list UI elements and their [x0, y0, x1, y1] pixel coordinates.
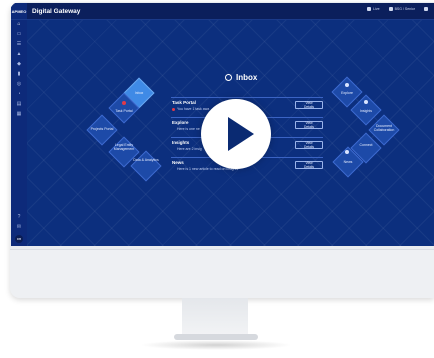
- play-icon: [228, 117, 254, 151]
- top-bar-actions: Live BSG / Senior: [367, 7, 428, 11]
- row-subtitle: You have 1 task awa: [177, 107, 210, 111]
- diamond-label-explore: Explore: [341, 91, 353, 95]
- row-subtitle: Here are 2 insig: [177, 147, 202, 151]
- settings-icon[interactable]: ✉: [16, 225, 22, 230]
- view-details-button[interactable]: View Details: [295, 161, 323, 169]
- analytics-icon[interactable]: ▮: [16, 72, 22, 77]
- top-bar: APMEO Digital Gateway Live BSG / Senior: [11, 3, 434, 20]
- user-icon: [388, 7, 393, 11]
- play-button[interactable]: [201, 99, 271, 169]
- menu-icon: [424, 7, 428, 11]
- explore-icon[interactable]: ◎: [16, 82, 22, 87]
- role-label: BSG / Senior: [394, 7, 415, 11]
- entity-icon[interactable]: ◆: [16, 62, 22, 67]
- insights-dot-icon: [364, 100, 368, 104]
- row-subtitle: Here is one ne: [177, 127, 200, 131]
- explore-dot-icon: [345, 83, 349, 87]
- diamond-label-projects-portal: Projects Portal: [90, 127, 114, 131]
- brand-logo[interactable]: APMEO: [11, 3, 27, 19]
- row-title: Explore: [172, 120, 189, 125]
- globe-icon: [367, 7, 372, 11]
- view-details-button[interactable]: View Details: [295, 141, 323, 149]
- insights-icon[interactable]: ◔: [16, 92, 22, 97]
- stand-shadow: [140, 340, 292, 350]
- monitor-frame: APMEO Digital Gateway Live BSG / Senior …: [10, 2, 434, 298]
- diamond-label-connect: Connect: [359, 143, 373, 147]
- diamond-label-data-analytics: Data & Analytics: [133, 158, 159, 162]
- tasks-icon[interactable]: ☰: [16, 42, 22, 47]
- news-dot-icon: [345, 150, 349, 154]
- row-title: Insights: [172, 140, 190, 145]
- view-details-button[interactable]: View Details: [295, 101, 323, 109]
- live-toggle[interactable]: Live: [367, 7, 380, 11]
- inbox-header: Inbox: [225, 73, 257, 82]
- inbox-icon[interactable]: ▭: [16, 32, 22, 37]
- role-selector[interactable]: BSG / Senior: [388, 7, 415, 11]
- help-icon[interactable]: ?: [16, 215, 22, 220]
- inbox-title: Inbox: [236, 73, 258, 82]
- projects-icon[interactable]: ▲: [16, 52, 22, 57]
- avatar[interactable]: DB: [15, 235, 23, 243]
- live-label: Live: [373, 7, 380, 11]
- app-title: Digital Gateway: [32, 7, 81, 15]
- diamond-label-legal-entity: Legal Entity Management: [113, 143, 135, 151]
- documents-icon[interactable]: ▤: [16, 102, 22, 107]
- monitor-bezel: [10, 249, 434, 298]
- home-icon[interactable]: ⌂: [16, 22, 22, 27]
- view-details-button[interactable]: View Details: [295, 121, 323, 129]
- menu-button[interactable]: [424, 7, 428, 11]
- task-alert-icon: [122, 101, 126, 105]
- app-screen: APMEO Digital Gateway Live BSG / Senior …: [11, 3, 434, 246]
- diamond-label-news: News: [343, 160, 353, 164]
- diamond-label-inbox: Inbox: [134, 91, 144, 95]
- monitor-stand: [182, 298, 248, 338]
- sidebar: ⌂ ▭ ☰ ▲ ◆ ▮ ◎ ◔ ▤ ▦ ? ✉ DB: [11, 20, 28, 246]
- row-title: News: [172, 160, 184, 165]
- diamond-label-task-portal: Task Portal: [115, 109, 133, 113]
- news-icon[interactable]: ▦: [16, 112, 22, 117]
- row-title: Task Portal: [172, 100, 196, 105]
- diamond-label-insights: Insights: [359, 109, 373, 113]
- inbox-icon: [225, 74, 232, 81]
- alert-dot-icon: [172, 107, 175, 111]
- diamond-label-document-collab: Document Collaboration: [373, 124, 395, 132]
